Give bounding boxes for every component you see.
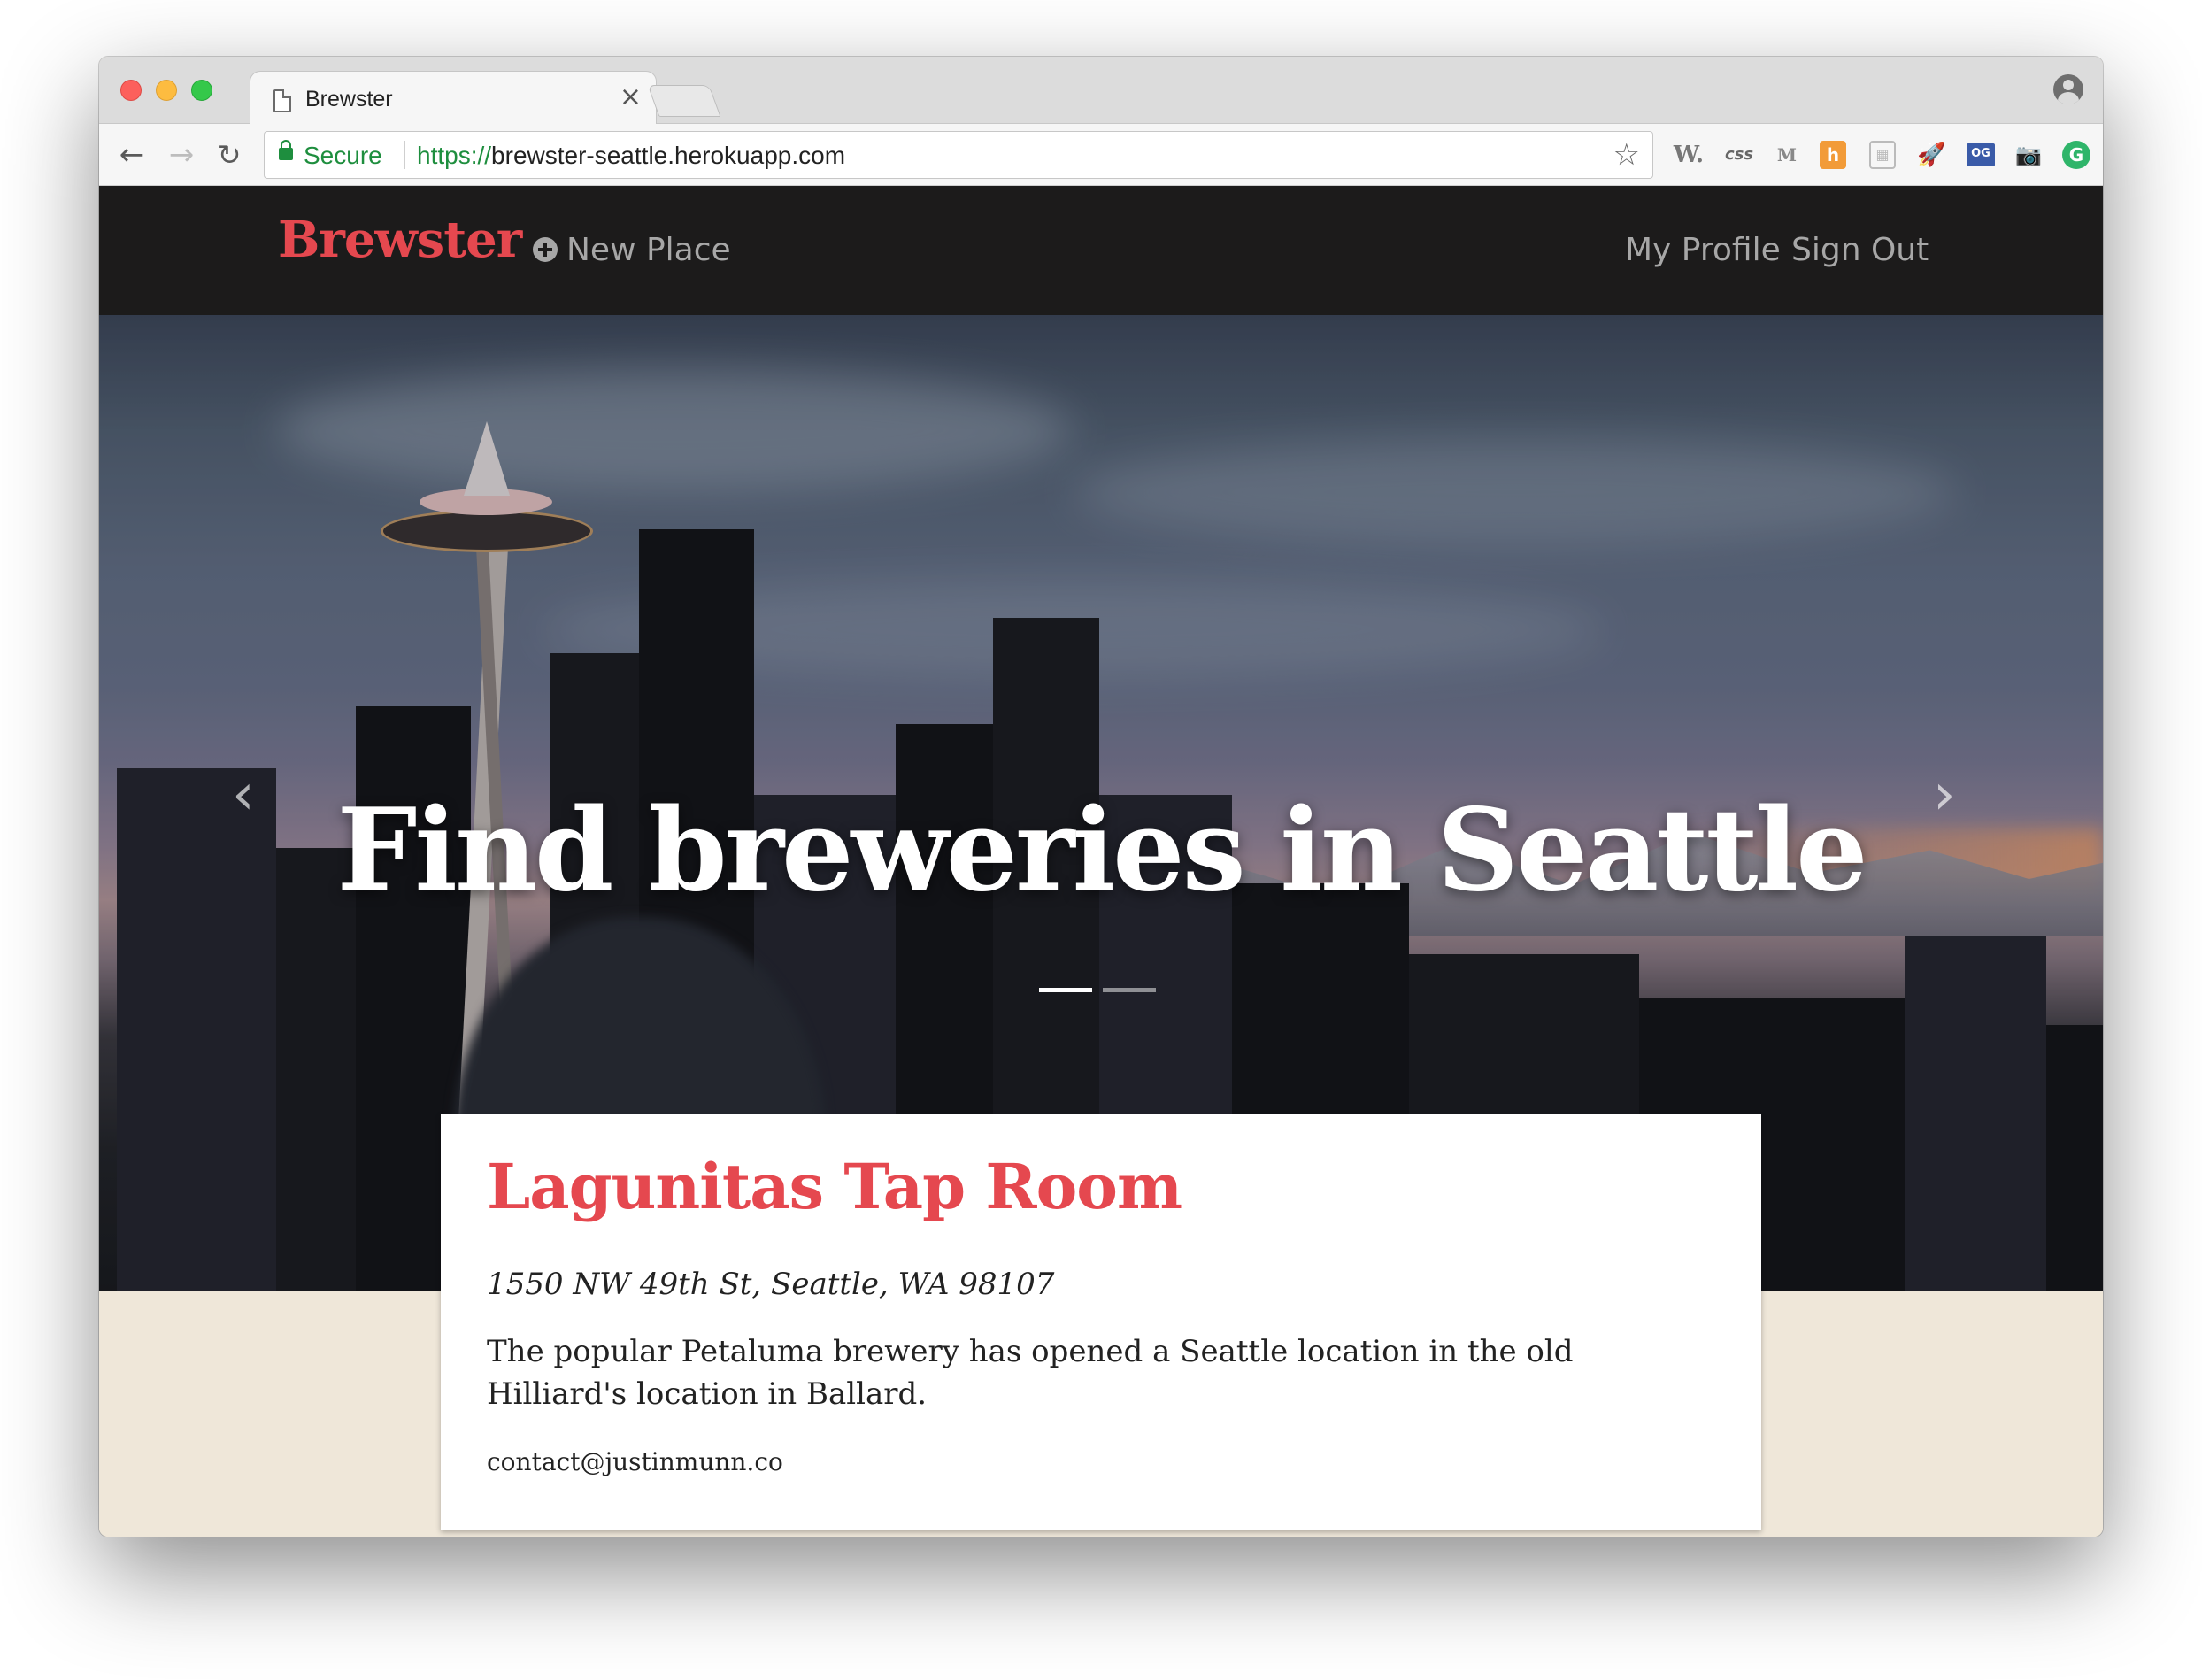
profile-icon[interactable] bbox=[2053, 74, 2083, 104]
extension-grid-icon[interactable]: ▦ bbox=[1869, 141, 1896, 169]
new-place-label: New Place bbox=[566, 232, 731, 268]
site-navbar: Brewster New Place My Profile Sign Out bbox=[99, 186, 2103, 315]
lock-icon bbox=[279, 140, 293, 160]
minimize-window-button[interactable] bbox=[156, 80, 177, 101]
extension-w-icon[interactable]: W. bbox=[1673, 141, 1705, 169]
close-window-button[interactable] bbox=[120, 80, 142, 101]
carousel-indicator[interactable] bbox=[1103, 988, 1156, 992]
tab-close-button[interactable]: × bbox=[620, 84, 642, 111]
bookmark-star-icon[interactable]: ☆ bbox=[1613, 137, 1640, 173]
url-text[interactable]: https://brewster-seattle.herokuapp.com bbox=[417, 142, 845, 170]
extension-grammarly-icon[interactable]: G bbox=[2062, 141, 2090, 169]
forward-arrow-icon[interactable]: → bbox=[163, 136, 200, 173]
extension-m-icon[interactable]: M bbox=[1774, 141, 1800, 169]
title-bar: Brewster × bbox=[99, 57, 2103, 126]
reload-icon[interactable]: ↻ bbox=[211, 136, 248, 173]
browser-window: Brewster × ← → ↻ Secure https://brewster… bbox=[99, 57, 2103, 1537]
tab-title: Brewster bbox=[305, 87, 393, 112]
place-name-link[interactable]: Lagunitas Tap Room bbox=[487, 1150, 1182, 1223]
carousel-indicator[interactable] bbox=[1039, 988, 1092, 992]
page-content: Brewster New Place My Profile Sign Out ‹… bbox=[99, 186, 2103, 1537]
sign-out-link[interactable]: Sign Out bbox=[1791, 232, 1929, 268]
url-scheme: https:// bbox=[417, 142, 492, 169]
place-contact: contact@justinmunn.co bbox=[487, 1447, 783, 1476]
address-divider bbox=[404, 141, 405, 169]
extension-og-icon[interactable]: OG bbox=[1967, 143, 1995, 166]
browser-tab[interactable]: Brewster × bbox=[250, 71, 657, 126]
extension-css-icon[interactable]: css bbox=[1721, 141, 1758, 169]
place-address: 1550 NW 49th St, Seattle, WA 98107 bbox=[487, 1267, 1055, 1302]
new-tab-button[interactable] bbox=[647, 85, 721, 117]
browser-toolbar: ← → ↻ Secure https://brewster-seattle.he… bbox=[99, 124, 2103, 186]
new-place-link[interactable]: New Place bbox=[533, 232, 731, 268]
hero-title: Find breweries in Seattle bbox=[336, 784, 1867, 917]
secure-label: Secure bbox=[304, 142, 382, 169]
url-host: brewster-seattle.herokuapp.com bbox=[491, 142, 846, 169]
document-icon bbox=[273, 89, 291, 112]
carousel-indicators bbox=[1039, 988, 1163, 993]
place-description: The popular Petaluma brewery has opened … bbox=[487, 1334, 1574, 1412]
plus-circle-icon bbox=[533, 237, 558, 262]
maximize-window-button[interactable] bbox=[191, 80, 212, 101]
extension-h-icon[interactable]: h bbox=[1820, 141, 1846, 169]
my-profile-link[interactable]: My Profile bbox=[1625, 232, 1781, 268]
address-bar[interactable]: Secure https://brewster-seattle.herokuap… bbox=[264, 131, 1653, 179]
extension-rocket-icon[interactable]: 🚀 bbox=[1917, 141, 1945, 169]
brand-logo[interactable]: Brewster bbox=[278, 211, 522, 269]
back-arrow-icon[interactable]: ← bbox=[113, 136, 150, 173]
place-card: Lagunitas Tap Room 1550 NW 49th St, Seat… bbox=[441, 1114, 1761, 1530]
extension-camera-icon[interactable]: 📷 bbox=[2014, 141, 2043, 169]
